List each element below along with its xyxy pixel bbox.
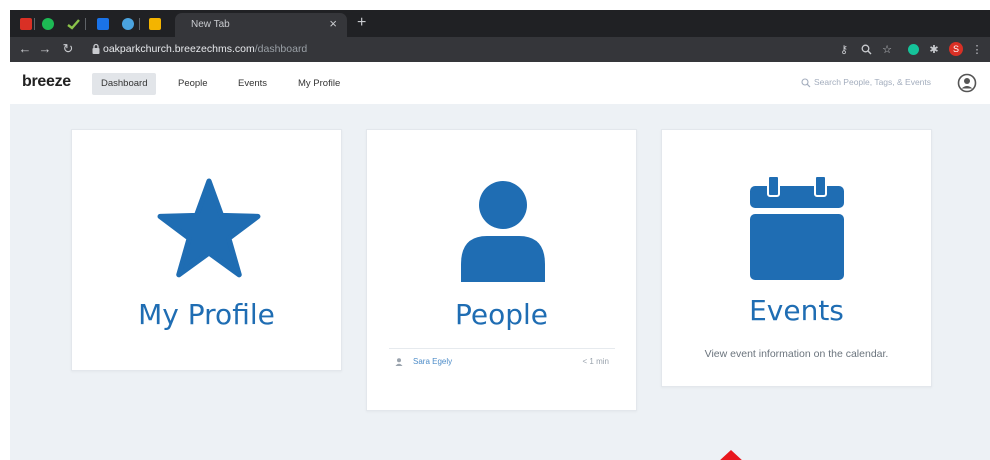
tab-title: New Tab [191, 19, 230, 30]
pinned-tab-gmail[interactable] [17, 15, 34, 32]
gmail-icon [19, 17, 32, 30]
grammarly-extension-icon[interactable] [905, 41, 921, 57]
breeze-icon [96, 17, 109, 30]
calendar-icon [750, 176, 844, 280]
pinned-tab-check[interactable] [65, 15, 82, 32]
app-icon [121, 17, 134, 30]
bookmark-star-icon[interactable]: ☆ [879, 41, 895, 57]
mouse-cursor-icon [720, 450, 742, 460]
user-account-icon[interactable] [957, 73, 977, 93]
person-icon [461, 181, 545, 282]
url-text: oakparkchurch.breezechms.com/dashboard [103, 43, 307, 55]
events-description: View event information on the calendar. [704, 348, 889, 360]
tab-divider [85, 18, 86, 30]
feed-timestamp: < 1 min [582, 357, 609, 366]
breeze-app: breeze Dashboard People Events My Profil… [10, 62, 990, 460]
notes-icon [148, 17, 161, 30]
url-host: oakparkchurch.breezechms.com [103, 43, 255, 55]
profile-avatar[interactable]: S [948, 41, 964, 57]
browser-toolbar: ← → ↻ oakparkchurch.breezechms.com/dashb… [10, 37, 990, 62]
back-icon[interactable]: ← [17, 41, 33, 57]
pinned-tab-spotify[interactable] [39, 15, 56, 32]
nav-dashboard[interactable]: Dashboard [92, 73, 157, 95]
pinned-tab-notes[interactable] [146, 15, 163, 32]
events-card[interactable]: Events View event information on the cal… [661, 129, 932, 387]
zoom-icon[interactable] [858, 41, 874, 57]
address-bar[interactable]: oakparkchurch.breezechms.com/dashboard [90, 40, 890, 59]
person-small-icon [395, 358, 403, 366]
new-tab-button[interactable]: + [357, 14, 366, 31]
reload-icon[interactable]: ↻ [60, 41, 76, 57]
feed-person-name[interactable]: Sara Egely [413, 357, 452, 366]
nav-events[interactable]: Events [229, 73, 276, 95]
forward-icon[interactable]: → [37, 41, 53, 57]
card-title-events: Events [749, 294, 844, 327]
menu-kebab-icon[interactable]: ⋮ [969, 41, 985, 57]
people-card[interactable]: People Sara Egely < 1 min [366, 129, 637, 411]
pinned-tab-app[interactable] [119, 15, 136, 32]
activity-feed-item[interactable]: Sara Egely < 1 min [389, 348, 615, 374]
browser-window: New Tab × + ← → ↻ oakparkchurch.breezech… [10, 10, 990, 460]
card-title-people: People [454, 298, 549, 331]
lock-icon [92, 43, 100, 54]
tab-strip: New Tab × + [10, 10, 990, 37]
search-placeholder: Search People, Tags, & Events [814, 77, 932, 87]
key-icon[interactable]: ⚷ [836, 41, 852, 57]
my-profile-card[interactable]: My Profile [71, 129, 342, 371]
nav-my-profile[interactable]: My Profile [289, 73, 349, 95]
search-input[interactable]: Search People, Tags, & Events [797, 74, 949, 92]
url-path: /dashboard [254, 43, 308, 55]
star-icon [157, 178, 261, 278]
close-tab-icon[interactable]: × [329, 16, 337, 31]
tab-new-tab[interactable]: New Tab × [175, 13, 347, 37]
app-header: breeze Dashboard People Events My Profil… [10, 62, 990, 104]
spotify-icon [41, 17, 54, 30]
breeze-logo[interactable]: breeze [22, 73, 71, 91]
tab-divider [34, 18, 35, 30]
tab-divider [139, 18, 140, 30]
pinned-tab-breeze[interactable] [94, 15, 111, 32]
search-icon [801, 78, 811, 88]
nav-people[interactable]: People [169, 73, 217, 95]
profile-initial: S [949, 42, 963, 56]
card-title-my-profile: My Profile [138, 298, 275, 331]
check-icon [67, 18, 80, 30]
puzzle-extension-icon[interactable]: ✱ [926, 41, 942, 57]
